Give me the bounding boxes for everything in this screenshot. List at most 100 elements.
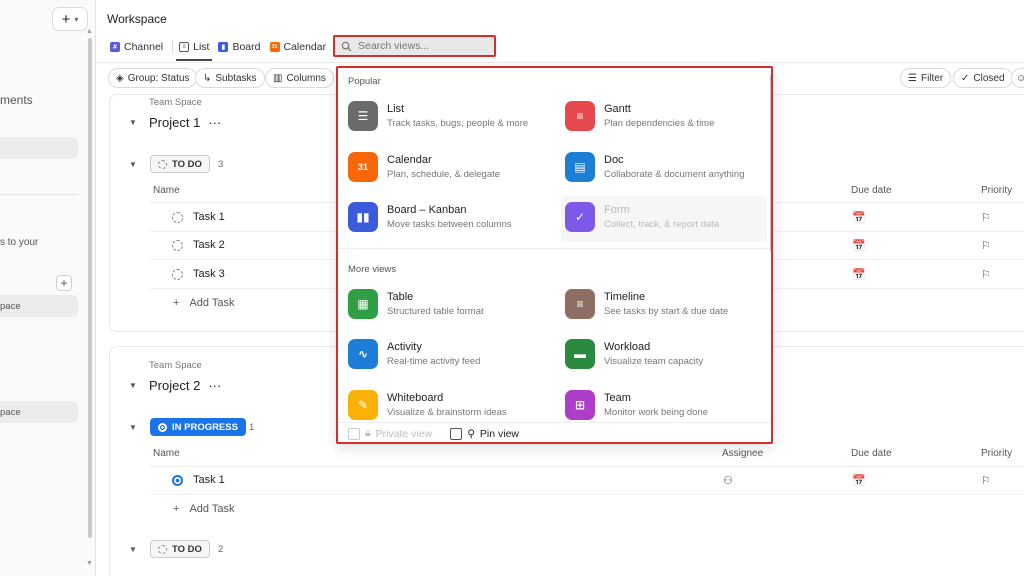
add-task-label: Add Task <box>189 503 235 515</box>
view-name: Board – Kanban <box>387 204 467 216</box>
group-status-button[interactable]: ◈ Group: Status <box>108 68 198 88</box>
column-header-name[interactable]: Name <box>153 185 180 196</box>
sidebar-item-label: pace <box>0 301 21 312</box>
scroll-up-icon[interactable]: ▲ <box>86 28 93 35</box>
task-name[interactable]: Task 1 <box>193 211 225 223</box>
sidebar-scrollbar[interactable] <box>88 38 92 538</box>
pin-view-checkbox[interactable]: ⚲ Pin view <box>450 427 519 440</box>
view-desc: Monitor work being done <box>604 407 709 418</box>
calendar-add-icon[interactable]: 📅 <box>852 474 866 487</box>
status-badge[interactable]: TO DO <box>150 155 210 173</box>
add-task-button[interactable]: + Add Task <box>173 297 235 309</box>
more-toolbar-button[interactable]: ☺ <box>1011 68 1024 88</box>
dropdown-scrollbar[interactable] <box>770 74 771 252</box>
project-title-text: Project 1 <box>149 115 201 130</box>
private-view-checkbox[interactable]: 🔒︎ Private view <box>348 427 432 440</box>
collapse-group-icon[interactable]: ▼ <box>129 160 137 169</box>
task-name[interactable]: Task 2 <box>193 239 225 251</box>
view-name: Timeline <box>604 291 646 303</box>
project-title-text: Project 2 <box>149 378 201 393</box>
view-option-doc[interactable]: ▤ Doc Collaborate & document anything <box>565 147 771 187</box>
column-header-name[interactable]: Name <box>153 448 180 459</box>
flag-icon[interactable]: ⚐ <box>981 211 991 224</box>
status-badge[interactable]: IN PROGRESS <box>150 418 246 436</box>
tab-board[interactable]: ▮ Board <box>215 36 263 58</box>
view-option-list[interactable]: ☰ List Track tasks, bugs, people & more <box>348 96 558 136</box>
collapse-icon[interactable]: ▼ <box>129 381 137 390</box>
view-option-activity[interactable]: ∿ Activity Real-time activity feed <box>348 334 558 374</box>
status-circle-icon <box>158 422 167 432</box>
column-header-assignee[interactable]: Assignee <box>722 448 763 459</box>
add-space-button[interactable]: + <box>56 275 72 291</box>
tab-list[interactable]: ≡ List <box>176 36 213 61</box>
view-option-team[interactable]: ⊞ Team Monitor work being done <box>565 385 771 425</box>
subtasks-icon: ↳ <box>203 72 212 84</box>
views-dropdown: Popular ☰ List Track tasks, bugs, people … <box>336 66 773 444</box>
lock-icon: 🔒︎ <box>365 427 371 439</box>
view-option-form[interactable]: ✓ Form Collect, track, & report data <box>565 197 771 237</box>
activity-icon: ∿ <box>348 339 378 369</box>
add-task-button[interactable]: + Add Task <box>173 503 235 515</box>
flag-icon[interactable]: ⚐ <box>981 474 991 487</box>
collapse-icon[interactable]: ▼ <box>129 118 137 127</box>
status-label: TO DO <box>172 158 202 170</box>
pin-icon: ⚲ <box>467 427 475 440</box>
task-name[interactable]: Task 3 <box>193 268 225 280</box>
calendar-add-icon[interactable]: 📅 <box>852 239 866 252</box>
view-option-whiteboard[interactable]: ✎ Whiteboard Visualize & brainstorm ideas <box>348 385 558 425</box>
view-desc: Move tasks between columns <box>387 219 512 230</box>
status-circle-icon[interactable] <box>172 268 183 280</box>
collapse-group-icon[interactable]: ▼ <box>129 545 137 554</box>
column-header-due-date[interactable]: Due date <box>851 185 892 196</box>
divider <box>338 248 771 249</box>
column-header-priority[interactable]: Priority <box>981 448 1012 459</box>
view-option-timeline[interactable]: ≡ Timeline See tasks by start & due date <box>565 284 771 324</box>
more-icon[interactable]: ··· <box>208 378 221 393</box>
status-badge[interactable]: TO DO <box>150 540 210 558</box>
view-option-board[interactable]: ▮▮ Board – Kanban Move tasks between colu… <box>348 197 558 237</box>
status-circle-icon[interactable] <box>172 474 183 486</box>
assignee-icon[interactable]: ⚇ <box>723 474 733 487</box>
task-row[interactable]: Task 1 <box>172 474 225 486</box>
columns-button[interactable]: ▥ Columns <box>265 68 334 88</box>
flag-icon[interactable]: ⚐ <box>981 268 991 281</box>
view-option-table[interactable]: ▦ Table Structured table format <box>348 284 558 324</box>
view-option-workload[interactable]: ▬ Workload Visualize team capacity <box>565 334 771 374</box>
create-button[interactable]: + ▾ <box>52 7 88 31</box>
view-name: Activity <box>387 341 422 353</box>
flag-icon[interactable]: ⚐ <box>981 239 991 252</box>
tab-channel[interactable]: # Channel <box>107 36 166 58</box>
column-header-priority[interactable]: Priority <box>981 185 1012 196</box>
sidebar-item-label[interactable]: ments <box>0 93 33 107</box>
sidebar-item-space[interactable]: pace <box>0 295 78 317</box>
column-header-due-date[interactable]: Due date <box>851 448 892 459</box>
tab-calendar[interactable]: 31 Calendar <box>267 36 330 58</box>
collapse-group-icon[interactable]: ▼ <box>129 423 137 432</box>
view-option-calendar[interactable]: 31 Calendar Plan, schedule, & delegate <box>348 147 558 187</box>
status-circle-icon[interactable] <box>172 239 183 251</box>
view-name: Gantt <box>604 103 631 115</box>
task-count: 3 <box>218 159 224 170</box>
task-row[interactable]: Task 1 <box>172 211 225 223</box>
closed-button[interactable]: ✓ Closed <box>953 68 1013 88</box>
view-desc: Plan, schedule, & delegate <box>387 169 501 180</box>
filter-button[interactable]: ☰ Filter <box>900 68 952 88</box>
calendar-add-icon[interactable]: 📅 <box>852 211 866 224</box>
more-icon[interactable]: ··· <box>208 115 221 130</box>
task-name[interactable]: Task 1 <box>193 474 225 486</box>
sidebar-selected-item[interactable] <box>0 137 78 159</box>
scroll-down-icon[interactable]: ▼ <box>86 560 93 567</box>
section-label: Popular <box>348 76 381 87</box>
sidebar-item-space[interactable]: pace <box>0 401 78 423</box>
status-circle-icon[interactable] <box>172 211 183 223</box>
view-option-gantt[interactable]: ≡ Gantt Plan dependencies & time <box>565 96 771 136</box>
project-title: Project 1 ··· <box>149 115 221 130</box>
task-row[interactable]: Task 2 <box>172 239 225 251</box>
tab-label: List <box>193 41 210 53</box>
view-desc: Structured table format <box>387 306 484 317</box>
task-row[interactable]: Task 3 <box>172 268 225 280</box>
calendar-add-icon[interactable]: 📅 <box>852 268 866 281</box>
search-views-field[interactable] <box>333 35 496 57</box>
subtasks-button[interactable]: ↳ Subtasks <box>195 68 265 88</box>
search-input[interactable] <box>358 40 488 52</box>
